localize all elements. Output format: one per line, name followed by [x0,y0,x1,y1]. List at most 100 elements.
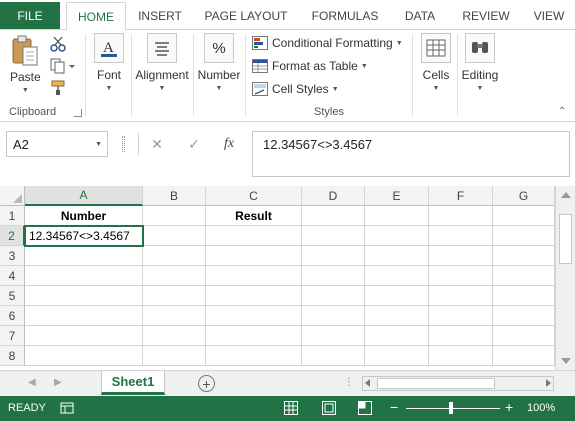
cell-a1[interactable]: Number [25,206,143,226]
cell-d8[interactable] [302,346,365,366]
cancel-icon[interactable]: ✕ [147,134,167,154]
cell-e1[interactable] [365,206,429,226]
add-sheet-icon[interactable]: + [198,375,215,392]
tab-insert[interactable]: INSERT [130,2,190,30]
select-all-button[interactable] [0,186,25,206]
cell-g4[interactable] [493,266,555,286]
cell-b1[interactable] [143,206,206,226]
cell-b8[interactable] [143,346,206,366]
number-button[interactable]: % Number ▼ [196,33,242,92]
cell-g5[interactable] [493,286,555,306]
cell-d2[interactable] [302,226,365,246]
cell-e4[interactable] [365,266,429,286]
cell-b5[interactable] [143,286,206,306]
cell-d6[interactable] [302,306,365,326]
tab-page-layout[interactable]: PAGE LAYOUT [198,2,294,30]
row-header-1[interactable]: 1 [0,206,25,226]
cell-f3[interactable] [429,246,493,266]
page-layout-view-icon[interactable] [322,401,336,415]
cell-g8[interactable] [493,346,555,366]
cell-c5[interactable] [206,286,302,306]
formula-input[interactable]: 12.34567<>3.4567 [252,131,570,177]
cell-a8[interactable] [25,346,143,366]
cell-b4[interactable] [143,266,206,286]
cell-d5[interactable] [302,286,365,306]
alignment-button[interactable]: Alignment ▼ [134,33,190,92]
cell-a4[interactable] [25,266,143,286]
normal-view-icon[interactable] [284,401,298,415]
cell-g3[interactable] [493,246,555,266]
format-painter-icon[interactable] [50,80,68,96]
cell-g1[interactable] [493,206,555,226]
cell-b7[interactable] [143,326,206,346]
cell-f7[interactable] [429,326,493,346]
scroll-up-icon[interactable] [561,192,571,198]
row-header-3[interactable]: 3 [0,246,25,266]
tab-data[interactable]: DATA [394,2,446,30]
insert-function-icon[interactable]: fx [219,134,239,154]
copy-icon[interactable] [50,58,76,74]
column-header-f[interactable]: F [429,186,493,206]
column-header-b[interactable]: B [143,186,206,206]
row-header-8[interactable]: 8 [0,346,25,366]
cell-d7[interactable] [302,326,365,346]
cell-d4[interactable] [302,266,365,286]
cell-styles-button[interactable]: Cell Styles ▼ [252,82,339,96]
name-box-dropdown-icon[interactable]: ▼ [95,141,102,148]
cell-g7[interactable] [493,326,555,346]
cell-g6[interactable] [493,306,555,326]
cell-c8[interactable] [206,346,302,366]
cell-b3[interactable] [143,246,206,266]
tab-review[interactable]: REVIEW [456,2,516,30]
macro-record-icon[interactable] [60,401,74,415]
column-header-d[interactable]: D [302,186,365,206]
format-as-table-button[interactable]: Format as Table ▼ [252,59,368,73]
cell-a5[interactable] [25,286,143,306]
vertical-scroll-thumb[interactable] [559,214,572,264]
row-header-7[interactable]: 7 [0,326,25,346]
cell-e7[interactable] [365,326,429,346]
cell-f1[interactable] [429,206,493,226]
paste-dropdown-caret[interactable]: ▼ [22,87,29,94]
sheet-nav-next-icon[interactable]: ▶ [54,377,62,388]
horizontal-scroll-thumb[interactable] [377,378,495,389]
name-box[interactable]: A2 ▼ [6,131,108,157]
tab-file[interactable]: FILE [0,2,60,30]
tab-split-handle-icon[interactable]: ⋮ [344,377,354,388]
cell-e5[interactable] [365,286,429,306]
cell-b6[interactable] [143,306,206,326]
cell-f5[interactable] [429,286,493,306]
zoom-slider[interactable] [406,408,500,409]
zoom-level[interactable]: 100% [527,402,555,414]
column-header-e[interactable]: E [365,186,429,206]
cell-f4[interactable] [429,266,493,286]
row-header-2[interactable]: 2 [0,226,25,246]
enter-icon[interactable]: ✓ [184,134,204,154]
cell-a2[interactable]: 12.34567<>3.4567 [24,225,144,247]
cell-a6[interactable] [25,306,143,326]
cell-a3[interactable] [25,246,143,266]
cell-c3[interactable] [206,246,302,266]
scroll-right-icon[interactable] [546,379,551,387]
cut-icon[interactable] [50,36,66,52]
cell-e2[interactable] [365,226,429,246]
conditional-formatting-button[interactable]: Conditional Formatting ▼ [252,36,403,50]
cell-a7[interactable] [25,326,143,346]
tab-formulas[interactable]: FORMULAS [304,2,386,30]
cell-d3[interactable] [302,246,365,266]
vertical-scrollbar[interactable] [555,186,575,370]
row-header-5[interactable]: 5 [0,286,25,306]
cell-c7[interactable] [206,326,302,346]
editing-button[interactable]: Editing ▼ [460,33,500,92]
cells-button[interactable]: Cells ▼ [418,33,454,92]
zoom-out-icon[interactable]: − [390,399,398,415]
cell-c2[interactable] [206,226,302,246]
tab-home[interactable]: HOME [66,2,126,30]
tab-view[interactable]: VIEW [526,2,572,30]
cell-b2[interactable] [143,226,206,246]
column-header-a[interactable]: A [25,186,143,206]
column-header-g[interactable]: G [493,186,555,206]
row-header-6[interactable]: 6 [0,306,25,326]
cell-e6[interactable] [365,306,429,326]
collapse-ribbon-icon[interactable]: ⌃ [558,106,566,117]
